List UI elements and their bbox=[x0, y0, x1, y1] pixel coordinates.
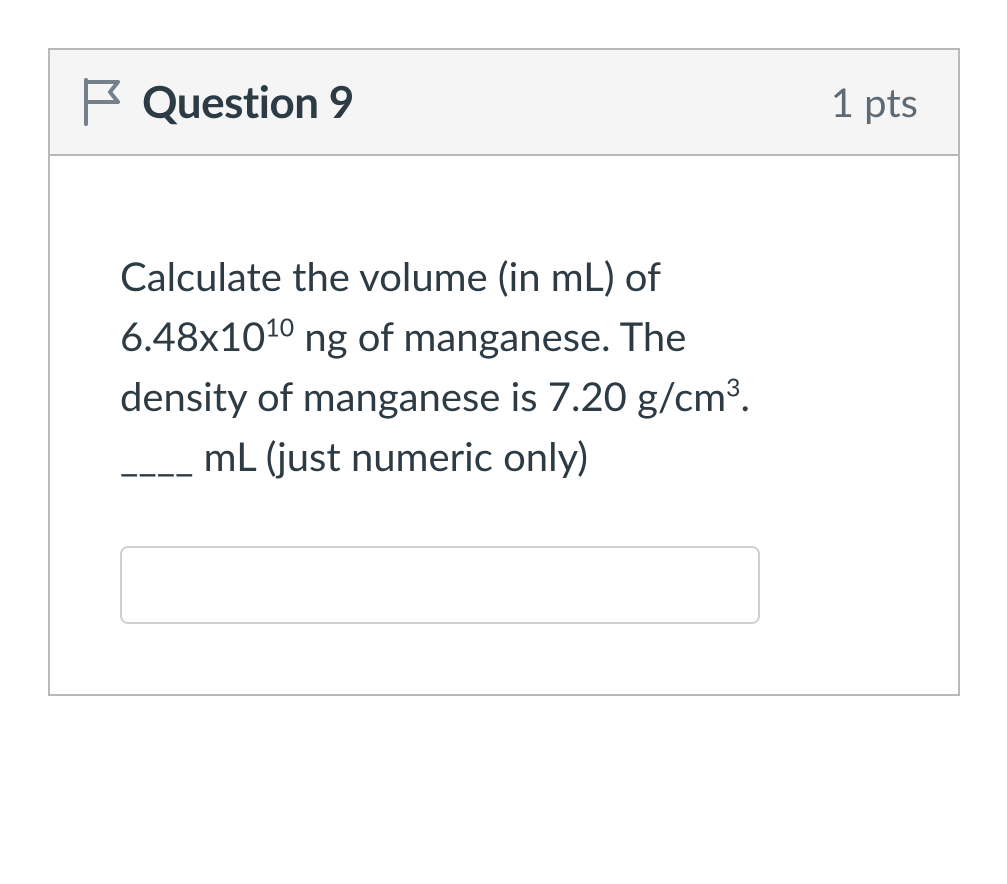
prompt-line-1: Calculate the volume (in mL) of bbox=[120, 252, 661, 300]
header-left: Question 9 bbox=[80, 76, 354, 128]
prompt-line-4: ____ mL (just numeric only) bbox=[120, 432, 588, 480]
question-prompt: Calculate the volume (in mL) of 6.48x101… bbox=[120, 246, 888, 486]
question-title: Question 9 bbox=[142, 76, 354, 128]
question-card: Question 9 1 pts Calculate the volume (i… bbox=[48, 48, 960, 696]
prompt-line-2-sup: 10 bbox=[265, 314, 294, 343]
question-body: Calculate the volume (in mL) of 6.48x101… bbox=[50, 156, 958, 694]
prompt-line-2a: 6.48x10 bbox=[120, 312, 265, 360]
question-points: 1 pts bbox=[831, 78, 918, 126]
answer-input[interactable] bbox=[120, 546, 760, 624]
prompt-line-3a: density of manganese is 7.20 g/cm bbox=[120, 372, 726, 420]
prompt-line-2b: ng of manganese. The bbox=[294, 312, 686, 360]
prompt-line-3b: . bbox=[741, 372, 750, 420]
flag-icon[interactable] bbox=[80, 76, 124, 128]
prompt-line-3-sup: 3 bbox=[726, 374, 740, 403]
question-header: Question 9 1 pts bbox=[50, 50, 958, 156]
